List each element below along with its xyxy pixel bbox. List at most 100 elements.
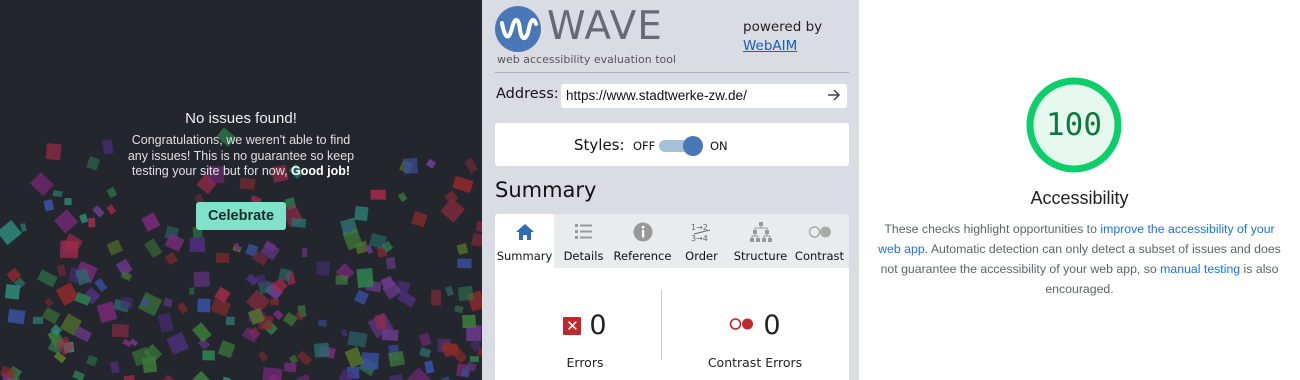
confetti-piece — [72, 370, 85, 380]
confetti-piece — [197, 298, 211, 313]
home-icon — [495, 221, 554, 243]
tab-structure-label: Structure — [733, 249, 788, 263]
error-x-icon: ✕ — [563, 316, 582, 335]
toggle-knob — [683, 136, 703, 156]
wave-tabs: Summary Details Reference 1→2 3→4 Order S… — [495, 214, 849, 268]
desc-text-1: These checks highlight opportunities to — [884, 222, 1101, 236]
confetti-piece — [202, 350, 216, 361]
confetti-piece — [166, 332, 190, 356]
tab-details[interactable]: Details — [554, 214, 613, 268]
tab-structure[interactable]: Structure — [731, 214, 790, 268]
confetti-piece — [44, 297, 54, 307]
confetti-piece — [110, 361, 120, 374]
confetti-piece — [419, 347, 432, 358]
confetti-piece — [157, 312, 174, 333]
confetti-piece — [189, 237, 205, 253]
confetti-piece — [318, 319, 327, 327]
no-issues-message: No issues found! Congratulations, we wer… — [0, 110, 482, 230]
confetti-piece — [356, 267, 374, 288]
lighthouse-report: 100 Accessibility These checks highlight… — [859, 0, 1300, 380]
confetti-piece — [283, 362, 297, 373]
tab-reference[interactable]: Reference — [613, 214, 672, 268]
confetti-piece — [32, 316, 44, 325]
confetti-piece — [59, 240, 79, 259]
wave-logo-text: WAVE — [547, 4, 663, 49]
confetti-piece — [354, 289, 369, 305]
confetti-piece — [340, 328, 348, 338]
confetti-piece — [4, 284, 21, 300]
tab-summary[interactable]: Summary — [495, 214, 554, 268]
confetti-piece — [192, 370, 211, 380]
confetti-piece — [37, 269, 58, 288]
confetti-piece — [225, 316, 235, 326]
confetti-piece — [120, 297, 134, 309]
celebration-panel: No issues found! Congratulations, we wer… — [0, 0, 482, 380]
wave-tagline: web accessibility evaluation tool — [497, 53, 677, 66]
confetti-piece — [454, 305, 464, 314]
confetti-piece — [106, 239, 123, 256]
confetti-piece — [313, 342, 330, 358]
tab-summary-label: Summary — [496, 249, 553, 263]
confetti-piece — [315, 260, 331, 276]
styles-label: Styles: — [574, 136, 625, 154]
confetti-piece — [192, 322, 212, 343]
contrast-errors-summary: 0 Contrast Errors — [690, 310, 820, 370]
confetti-piece — [86, 354, 98, 367]
celebrate-button[interactable]: Celebrate — [195, 201, 287, 230]
tab-order[interactable]: 1→2 3→4 Order — [672, 214, 731, 268]
confetti-piece — [7, 308, 26, 325]
svg-text:3→4: 3→4 — [691, 234, 708, 243]
confetti-piece — [144, 238, 163, 259]
confetti-piece — [296, 350, 313, 366]
confetti-piece — [381, 328, 399, 341]
confetti-piece — [388, 350, 406, 367]
accessibility-title: Accessibility — [1030, 188, 1129, 208]
good-job-text: Good job! — [291, 164, 351, 178]
confetti-piece — [424, 360, 435, 374]
confetti-piece — [301, 248, 308, 258]
info-icon — [613, 221, 672, 243]
confetti-piece — [216, 253, 230, 263]
address-input[interactable]: https://www.stadtwerke-zw.de/ — [561, 84, 847, 108]
confetti-piece — [388, 373, 405, 380]
summary-heading: Summary — [495, 178, 597, 202]
confetti-piece — [123, 374, 136, 380]
errors-label: Errors — [566, 355, 604, 370]
confetti-piece — [469, 355, 480, 363]
confetti-piece — [288, 354, 299, 365]
styles-toggle[interactable] — [659, 136, 703, 156]
tab-contrast[interactable]: Contrast — [790, 214, 849, 268]
confetti-piece — [55, 282, 79, 306]
wave-sidebar: WAVE web accessibility evaluation tool p… — [482, 0, 859, 380]
webaim-link[interactable]: WebAIM — [743, 38, 797, 54]
styles-off-label: OFF — [633, 139, 656, 153]
structure-icon — [731, 221, 790, 243]
confetti-piece — [456, 243, 469, 256]
styles-toggle-card: Styles: OFF ON — [495, 123, 849, 166]
address-label: Address: — [496, 86, 559, 102]
confetti-piece — [56, 264, 67, 277]
summary-results: ✕ 0 Errors 0 Contrast Errors — [495, 268, 849, 380]
confetti-piece — [445, 285, 454, 297]
confetti-piece — [385, 257, 396, 270]
confetti-piece — [94, 277, 108, 293]
confetti-piece — [270, 298, 280, 306]
no-issues-body: Congratulations, we weren't able to find… — [121, 133, 361, 180]
confetti-piece — [129, 338, 139, 347]
confetti-piece — [189, 287, 195, 295]
manual-testing-link[interactable]: manual testing — [1160, 262, 1240, 276]
errors-summary: ✕ 0 Errors — [535, 310, 635, 370]
contrast-icon — [790, 221, 849, 243]
confetti-piece — [457, 258, 472, 269]
contrast-error-icon — [729, 316, 755, 335]
tab-contrast-label: Contrast — [794, 249, 845, 263]
address-value: https://www.stadtwerke-zw.de/ — [566, 88, 747, 103]
confetti-piece — [457, 285, 474, 302]
confetti-piece — [111, 324, 129, 338]
confetti-piece — [258, 351, 269, 362]
accessibility-score: 100 — [1046, 107, 1102, 143]
tab-reference-label: Reference — [613, 249, 672, 263]
confetti-piece — [164, 251, 178, 266]
confetti-piece — [471, 232, 482, 248]
arrow-right-icon[interactable] — [827, 87, 841, 107]
